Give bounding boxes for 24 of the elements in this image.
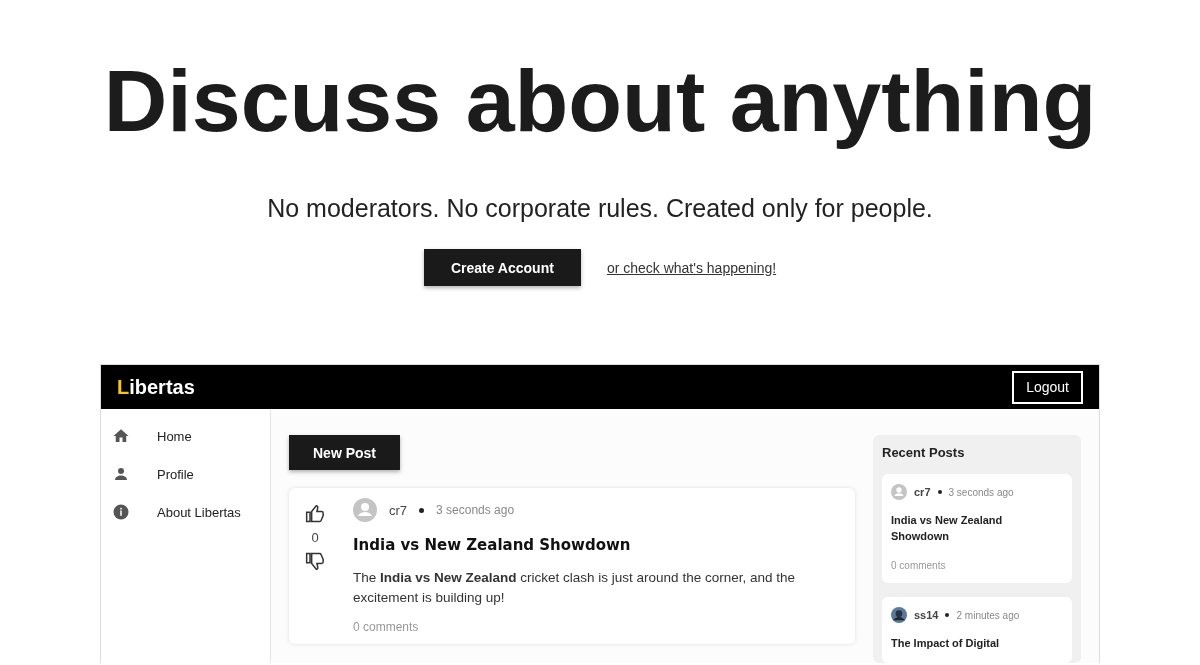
post-title[interactable]: India vs New Zealand Showdown [891,512,1063,544]
post-time: 2 minutes ago [956,609,1020,621]
post-title[interactable]: India vs New Zealand Showdown [353,536,841,554]
explore-link[interactable]: or check what's happening! [606,259,777,276]
recent-post-card[interactable]: cr7 3 seconds ago India vs New Zealand Showdown 0 comments [882,474,1072,583]
create-account-button[interactable]: Create Account [423,249,581,286]
vote-count: 0 [311,530,319,545]
post-author[interactable]: ss14 [914,609,939,621]
hero-heading: Discuss about anything [103,50,1097,152]
new-post-button[interactable]: New Post [289,435,400,470]
post-time: 3 seconds ago [436,503,515,517]
recent-post-card[interactable]: ss14 2 minutes ago The Impact of Digital [882,597,1072,663]
logout-button[interactable]: Logout [1012,370,1083,404]
logo[interactable]: Libertas [117,375,195,399]
post-time: 3 seconds ago [948,486,1014,498]
post-author[interactable]: cr7 [914,486,931,498]
sidebar-item[interactable]: Home [101,417,270,455]
hero-subtitle: No moderators. No corporate rules. Created only for people. [267,194,933,223]
sidebar-item[interactable]: About Libertas [101,493,270,531]
post-title[interactable]: The Impact of Digital [891,635,1063,651]
panel-title: Recent Posts [882,445,966,460]
post-body: The India vs New Zealand cricket clash is just around the corner, and the excitement is building up! [353,569,796,607]
sidebar-item[interactable]: Profile [101,455,270,493]
post-author[interactable]: cr7 [389,502,408,518]
